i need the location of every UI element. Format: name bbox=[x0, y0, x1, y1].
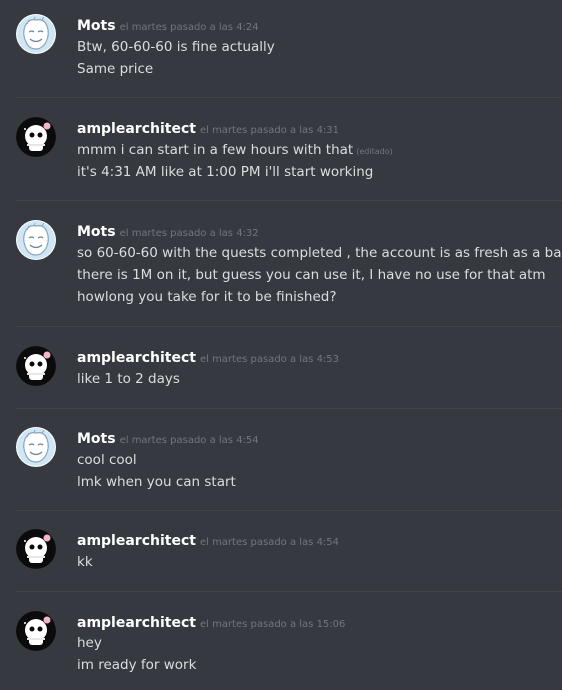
message-text: Same price bbox=[77, 61, 154, 77]
timestamp: el martes pasado a las 4:31 bbox=[199, 125, 340, 136]
message-text: im ready for work bbox=[77, 657, 197, 673]
mots-avatar[interactable] bbox=[16, 427, 56, 467]
message-header: Mots el martes pasado a las 4:54 bbox=[77, 428, 259, 448]
message-text: so 60-60-60 with the quests completed , … bbox=[77, 245, 562, 261]
message-text: hey bbox=[77, 635, 102, 651]
message-text: lmk when you can start bbox=[77, 474, 236, 490]
username[interactable]: amplearchitect bbox=[77, 121, 196, 137]
amplearchitect-avatar[interactable] bbox=[16, 611, 56, 651]
timestamp: el martes pasado a las 4:24 bbox=[119, 22, 259, 33]
message-text: mmm i can start in a few hours with that… bbox=[77, 139, 393, 161]
amplearchitect-avatar[interactable] bbox=[16, 346, 56, 386]
message-divider bbox=[16, 591, 562, 592]
username[interactable]: amplearchitect bbox=[77, 615, 196, 631]
amplearchitect-avatar[interactable] bbox=[16, 117, 56, 157]
message-text: there is 1M on it, but guess you can use… bbox=[77, 267, 546, 283]
message-text: it's 4:31 AM like at 1:00 PM i'll start … bbox=[77, 164, 374, 180]
timestamp: el martes pasado a las 4:53 bbox=[199, 354, 340, 365]
message-text: like 1 to 2 days bbox=[77, 371, 180, 387]
chat-messages: Mots el martes pasado a las 4:24 Btw, 60-… bbox=[0, 0, 562, 690]
message-text: Btw, 60-60-60 is fine actually bbox=[77, 39, 275, 55]
mots-avatar[interactable] bbox=[16, 220, 56, 260]
message-header: amplearchitect el martes pasado a las 4:3… bbox=[77, 118, 339, 138]
message-header: amplearchitect el martes pasado a las 15:… bbox=[77, 612, 345, 632]
timestamp: el martes pasado a las 15:06 bbox=[199, 619, 346, 630]
amplearchitect-avatar[interactable] bbox=[16, 529, 56, 569]
message-header: Mots el martes pasado a las 4:32 bbox=[77, 221, 259, 241]
timestamp: el martes pasado a las 4:54 bbox=[119, 435, 259, 446]
message-header: Mots el martes pasado a las 4:24 bbox=[77, 15, 259, 35]
message-divider bbox=[16, 200, 562, 201]
edited-label: (editado) bbox=[356, 147, 393, 156]
username[interactable]: amplearchitect bbox=[77, 350, 196, 366]
message-header: amplearchitect el martes pasado a las 4:5… bbox=[77, 530, 339, 550]
username[interactable]: amplearchitect bbox=[77, 533, 196, 549]
username[interactable]: Mots bbox=[77, 18, 116, 34]
message-divider bbox=[16, 510, 562, 511]
message-divider bbox=[16, 408, 562, 409]
message-text: cool cool bbox=[77, 452, 137, 468]
message-text: kk bbox=[77, 554, 93, 570]
username[interactable]: Mots bbox=[77, 431, 116, 447]
timestamp: el martes pasado a las 4:54 bbox=[199, 537, 340, 548]
message-divider bbox=[16, 326, 562, 327]
mots-avatar[interactable] bbox=[16, 14, 56, 54]
message-divider bbox=[16, 97, 562, 98]
username[interactable]: Mots bbox=[77, 224, 116, 240]
timestamp: el martes pasado a las 4:32 bbox=[119, 228, 259, 239]
message-text-content: mmm i can start in a few hours with that bbox=[77, 142, 354, 158]
message-text: howlong you take for it to be finished? bbox=[77, 289, 337, 305]
message-header: amplearchitect el martes pasado a las 4:5… bbox=[77, 347, 339, 367]
